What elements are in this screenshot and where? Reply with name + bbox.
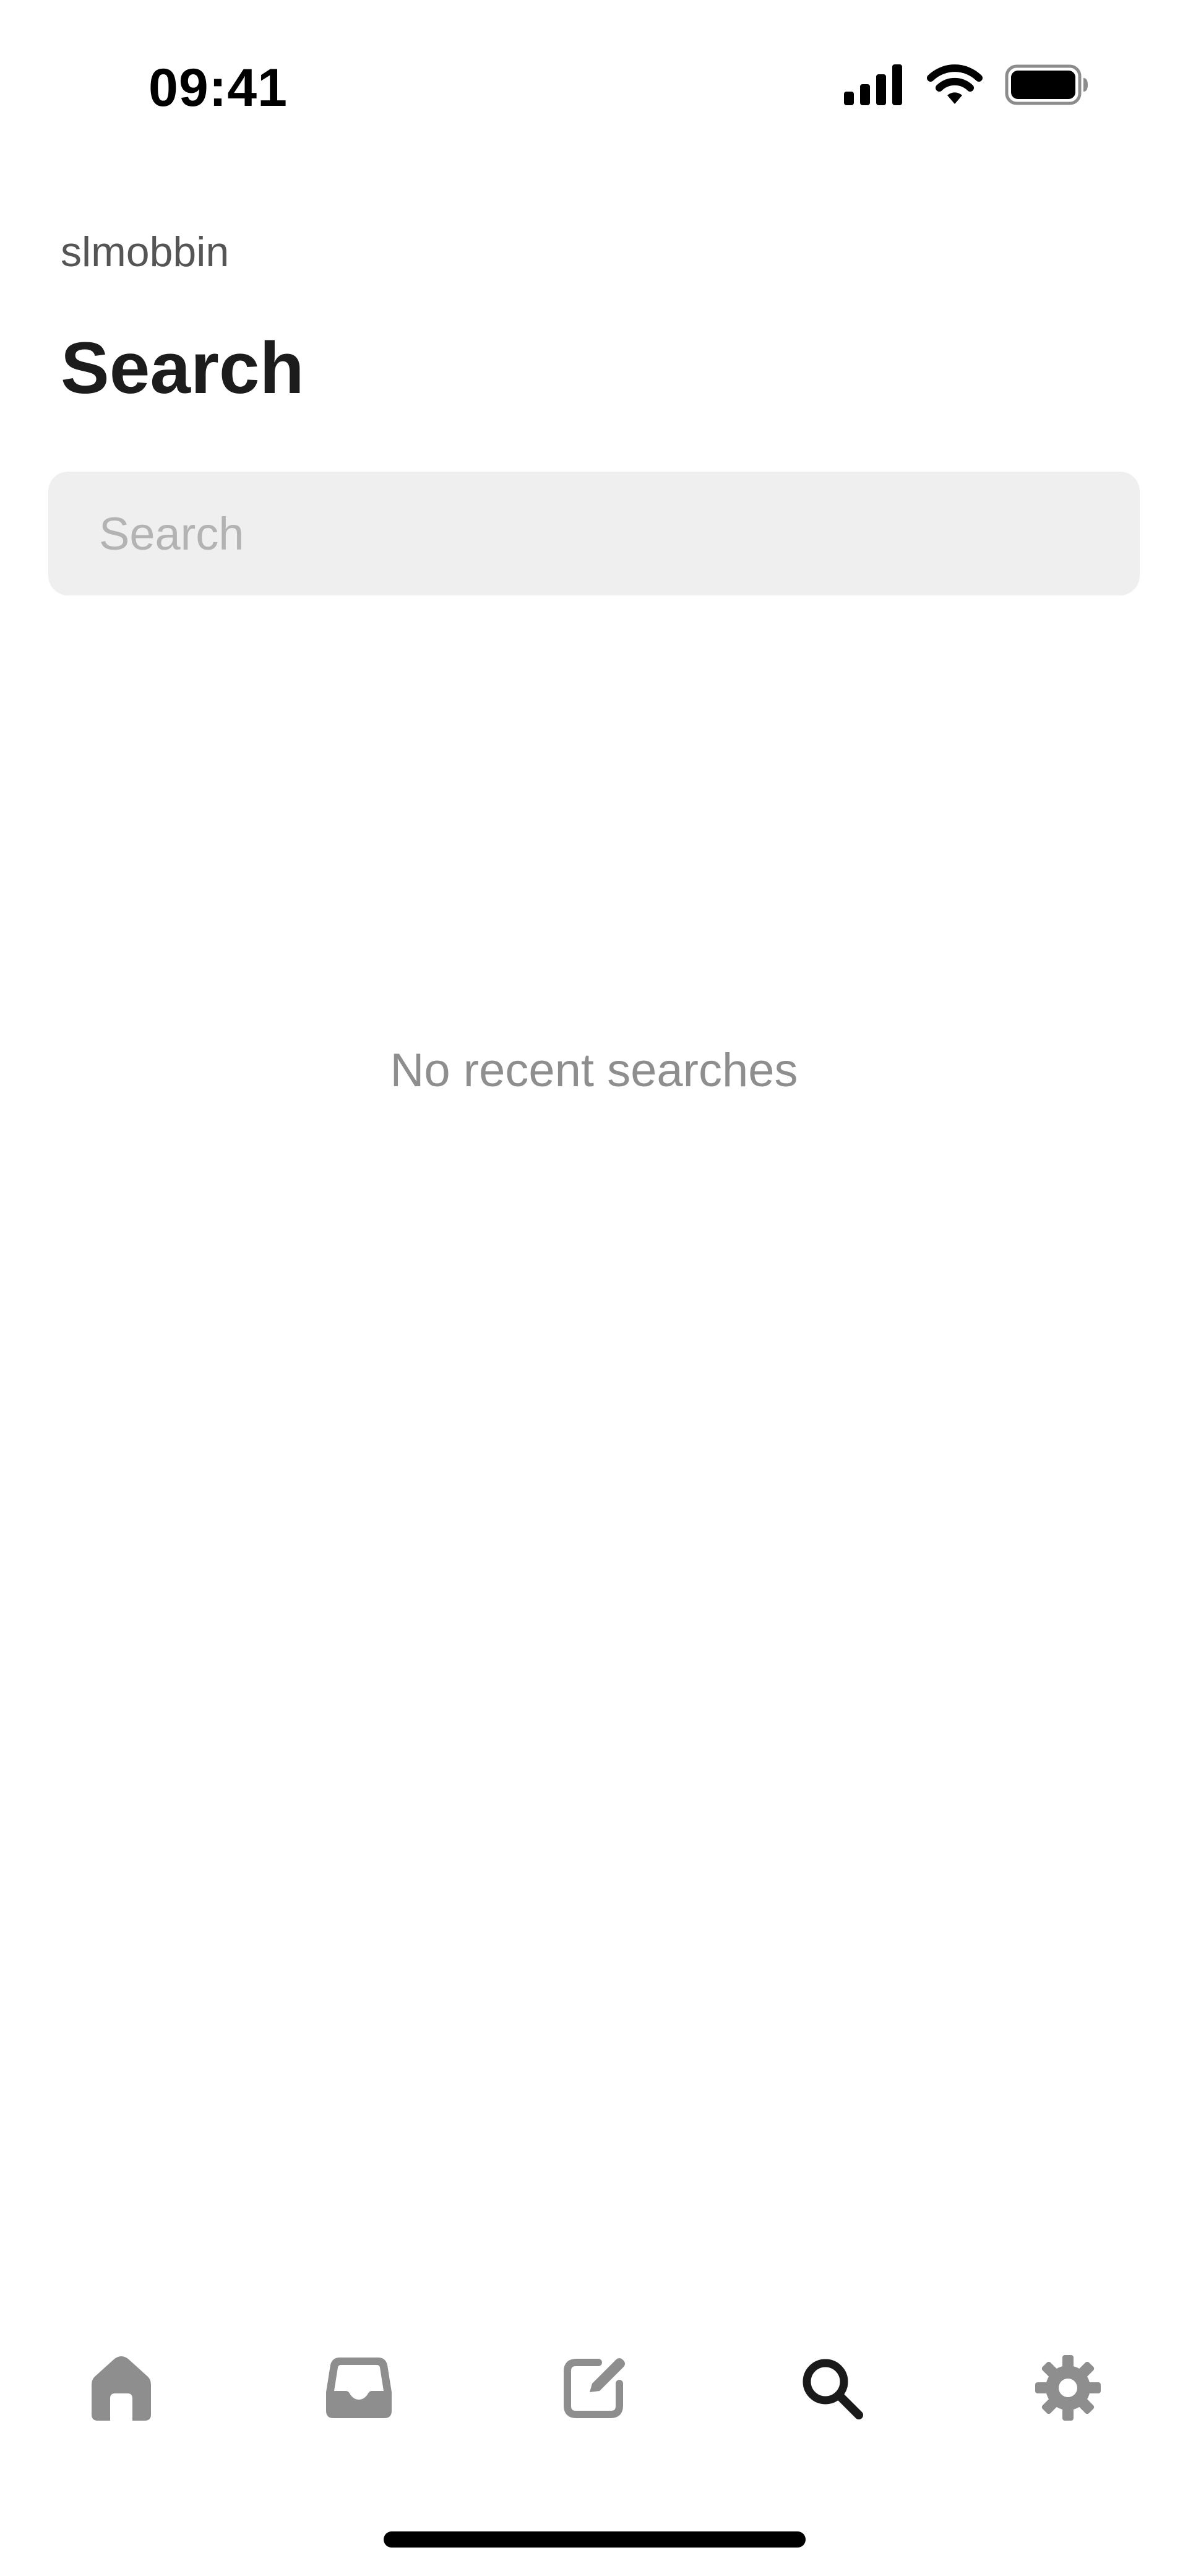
search-input[interactable] xyxy=(98,506,1090,561)
battery-icon xyxy=(1005,64,1089,108)
home-icon xyxy=(90,2354,152,2425)
tab-home[interactable] xyxy=(72,2340,171,2439)
compose-icon xyxy=(560,2354,628,2425)
tab-inbox[interactable] xyxy=(309,2340,408,2439)
page-title: Search xyxy=(61,327,304,409)
tab-bar xyxy=(0,2340,1188,2439)
search-field[interactable] xyxy=(48,472,1140,595)
home-indicator[interactable] xyxy=(384,2531,806,2548)
search-icon xyxy=(799,2356,864,2423)
empty-state-message: No recent searches xyxy=(390,1044,798,1097)
tab-compose[interactable] xyxy=(544,2340,644,2439)
tab-search[interactable] xyxy=(782,2340,881,2439)
username: slmobbin xyxy=(61,228,230,275)
tab-settings[interactable] xyxy=(1018,2340,1117,2439)
wifi-icon xyxy=(927,64,983,108)
status-time: 09:41 xyxy=(148,58,288,118)
gear-icon xyxy=(1034,2354,1102,2425)
cellular-signal-icon xyxy=(844,64,905,108)
status-bar: 09:41 xyxy=(0,0,1188,173)
inbox-icon xyxy=(325,2355,393,2424)
status-icons xyxy=(844,64,1089,108)
